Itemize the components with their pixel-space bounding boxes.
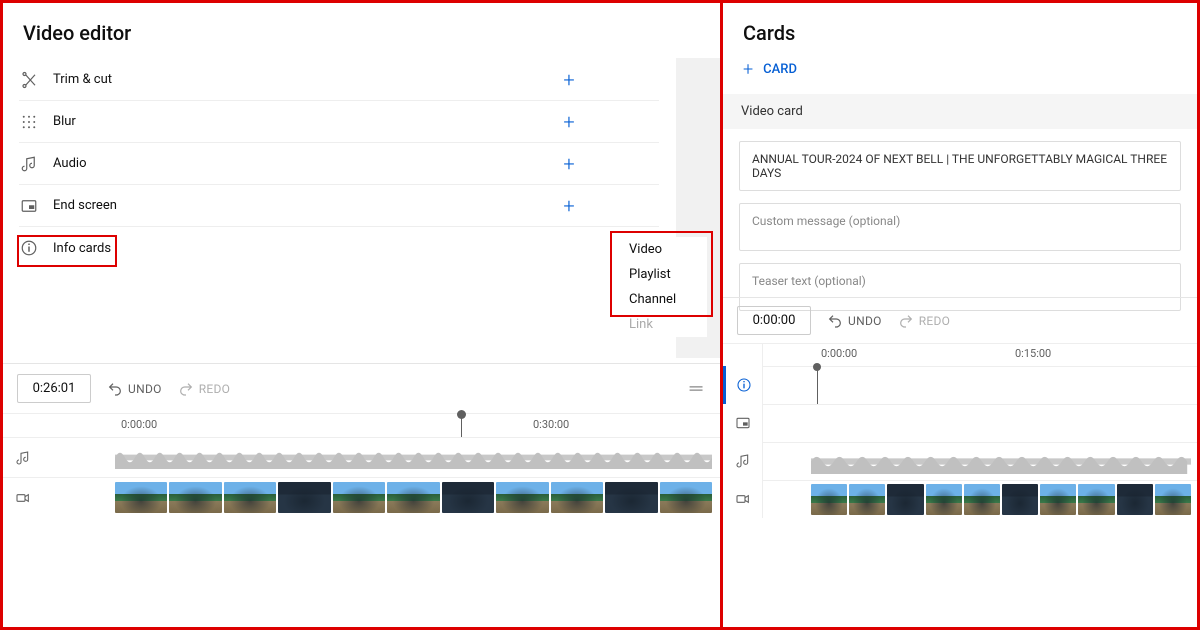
plus-icon[interactable]: +: [559, 152, 579, 176]
audio-track[interactable]: [3, 437, 720, 477]
music-note-icon: [19, 154, 39, 174]
video-track[interactable]: [763, 480, 1197, 518]
add-card-label: CARD: [763, 62, 797, 77]
add-card-button[interactable]: + CARD: [723, 59, 817, 94]
redo-button[interactable]: REDO: [178, 381, 231, 397]
editor-row-trim[interactable]: Trim & cut +: [19, 59, 659, 101]
playhead[interactable]: [461, 414, 462, 437]
info-icon: [19, 238, 39, 258]
track-selector-endscreen[interactable]: [723, 404, 762, 442]
track-selector-info[interactable]: [723, 366, 762, 404]
video-track[interactable]: [3, 477, 720, 517]
custom-message-input[interactable]: Custom message (optional): [739, 203, 1181, 251]
redo-button[interactable]: REDO: [898, 313, 951, 329]
video-thumbnails: [115, 482, 712, 513]
playhead[interactable]: [817, 367, 818, 404]
drag-handle-icon[interactable]: ═: [686, 378, 706, 399]
dropdown-item-video[interactable]: Video: [617, 237, 707, 262]
video-thumbnails: [811, 484, 1191, 515]
editor-row-label: Audio: [53, 156, 559, 171]
plus-icon[interactable]: +: [559, 110, 579, 134]
plus-icon[interactable]: +: [559, 194, 579, 218]
cards-current-time-input[interactable]: 0:00:00: [737, 306, 811, 335]
track-selector-video[interactable]: [723, 480, 762, 518]
info-track[interactable]: [763, 366, 1197, 404]
scissors-icon: [19, 70, 39, 90]
dropdown-item-link: Link: [617, 312, 707, 337]
ruler-tick: 0:15:00: [1015, 347, 1051, 360]
dropdown-item-channel[interactable]: Channel: [617, 287, 707, 312]
track-selector-audio[interactable]: [723, 442, 762, 480]
audio-track[interactable]: [763, 442, 1197, 480]
video-title-field[interactable]: ANNUAL TOUR-2024 OF NEXT BELL | THE UNFO…: [739, 141, 1181, 191]
blur-grid-icon: [19, 112, 39, 132]
editor-row-blur[interactable]: Blur +: [19, 101, 659, 143]
editor-row-label: Info cards: [53, 241, 579, 256]
card-section-title: Video card: [723, 94, 1197, 129]
ruler-tick: 0:30:00: [533, 418, 569, 431]
editor-row-label: Blur: [53, 114, 559, 129]
plus-icon: +: [743, 59, 753, 80]
undo-button[interactable]: UNDO: [827, 313, 882, 329]
endscreen-icon: [19, 196, 39, 216]
undo-button[interactable]: UNDO: [107, 381, 162, 397]
editor-row-endscreen[interactable]: End screen +: [19, 185, 659, 227]
camera-icon: [3, 490, 43, 506]
editor-row-audio[interactable]: Audio +: [19, 143, 659, 185]
ruler-tick: 0:00:00: [121, 418, 157, 431]
audio-waveform: [115, 446, 712, 469]
music-note-icon: [3, 450, 43, 466]
time-ruler[interactable]: 0:00:00 0:30:00: [3, 413, 720, 437]
editor-row-label: Trim & cut: [53, 72, 559, 87]
dropdown-item-playlist[interactable]: Playlist: [617, 262, 707, 287]
audio-waveform: [811, 449, 1191, 474]
current-time-input[interactable]: 0:26:01: [17, 374, 91, 403]
cards-timeline: 0:00:00 UNDO REDO 0:00:00 0:15:00: [723, 297, 1197, 518]
cards-title: Cards: [723, 3, 1197, 59]
timeline: 0:26:01 UNDO REDO ═ 0:00:00 0:30:00: [3, 363, 720, 517]
infocards-dropdown: Video Playlist Channel Link: [617, 237, 707, 337]
plus-icon[interactable]: +: [559, 68, 579, 92]
cards-ruler[interactable]: 0:00:00 0:15:00: [763, 344, 1197, 366]
endscreen-track[interactable]: [763, 404, 1197, 442]
ruler-tick: 0:00:00: [821, 347, 857, 360]
page-title: Video editor: [3, 3, 720, 59]
editor-row-infocards[interactable]: Info cards: [19, 227, 659, 269]
editor-row-label: End screen: [53, 198, 559, 213]
